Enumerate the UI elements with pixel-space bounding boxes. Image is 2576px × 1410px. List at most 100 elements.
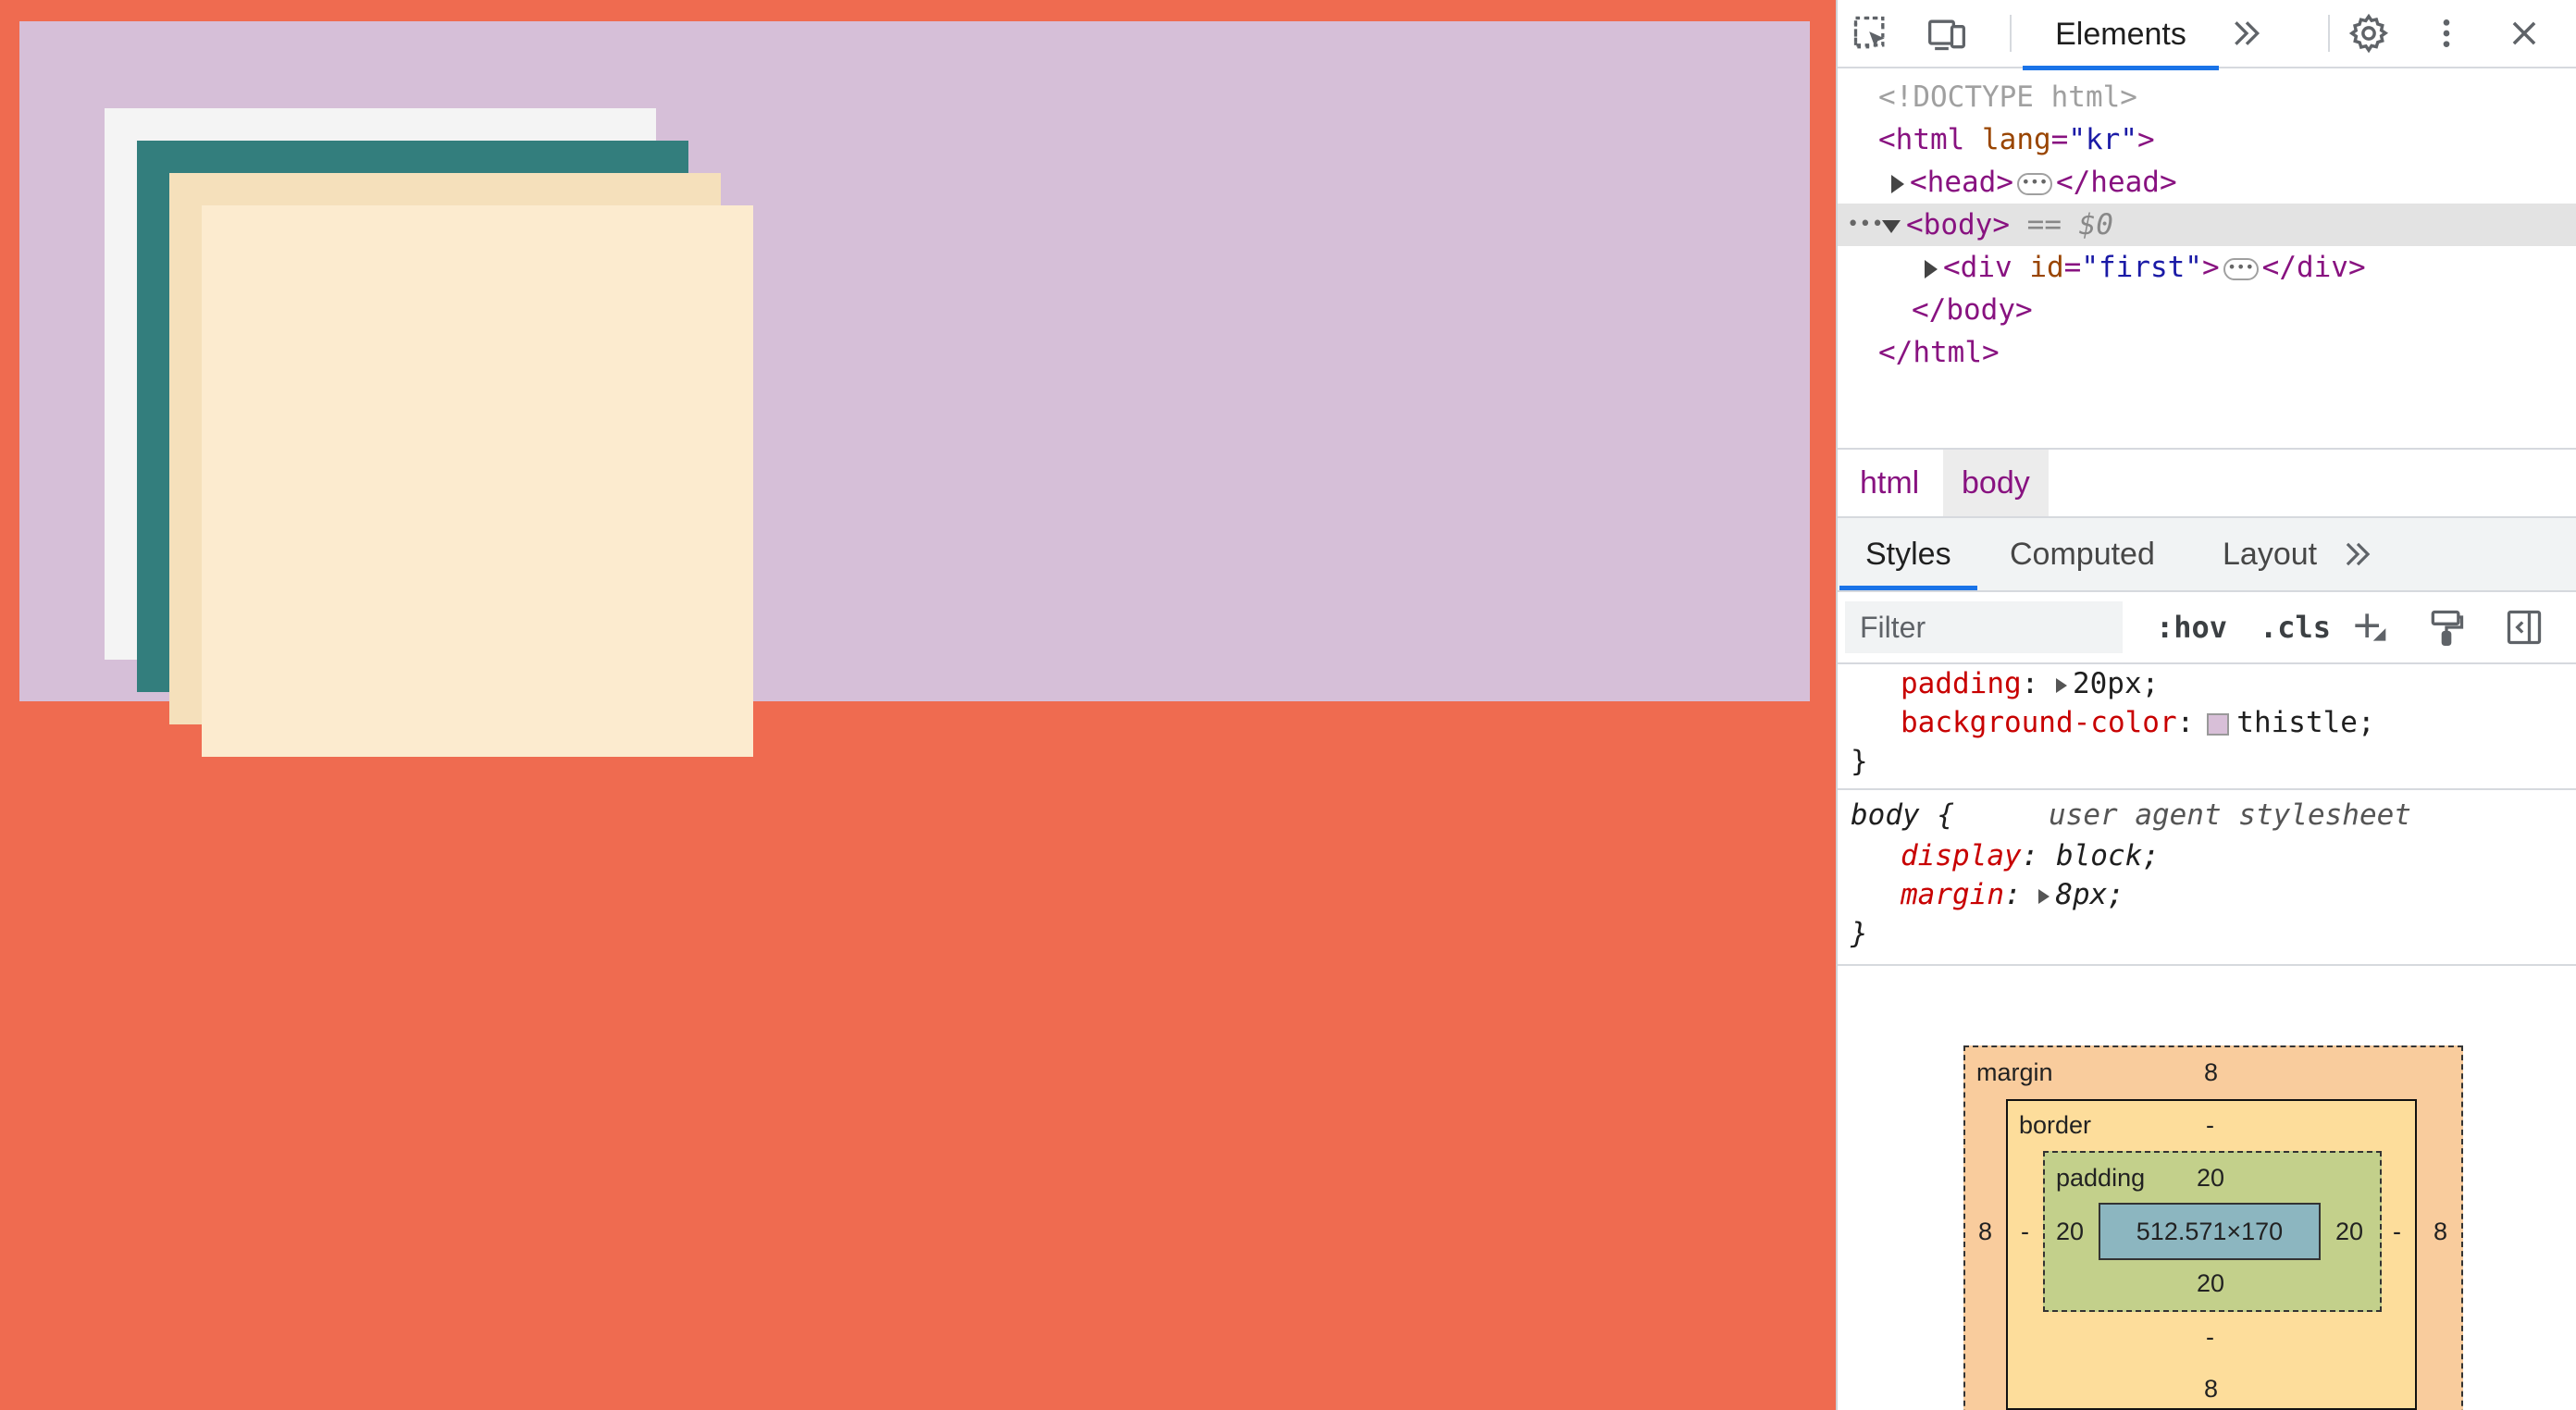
border-right-value[interactable]: - [2393,1218,2401,1246]
breadcrumb-html-label: html [1860,465,1920,501]
collapse-triangle-icon[interactable] [1882,219,1901,233]
stylesheet-source: user agent stylesheet [2049,798,2411,832]
content-size-label: 512.571×170 [2136,1217,2284,1245]
square-cream[interactable] [202,205,753,757]
margin-bottom-value[interactable]: 8 [2204,1375,2218,1404]
padding-top-value[interactable]: 20 [2197,1164,2224,1193]
dom-div-first-node[interactable]: <div id="first"> ••• </div> [1838,246,2576,289]
expand-triangle-icon[interactable] [1891,174,1904,193]
margin-right-value[interactable]: 8 [2434,1218,2447,1246]
html-tag: <html [1878,123,1965,156]
dom-body-close[interactable]: </body> [1838,289,2576,331]
paint-brush-icon[interactable] [2424,605,2469,649]
head-close-tag: </head> [2055,166,2177,199]
row-menu-icon[interactable]: ••• [1847,204,1884,246]
devtools-toolbar: Elements [1838,0,2576,70]
padding-bottom-value[interactable]: 20 [2197,1269,2224,1298]
html-close-tag: </html> [1878,336,2000,369]
toolbar-separator [2010,15,2012,52]
collapsed-ellipsis-icon[interactable]: ••• [2016,172,2052,195]
devtools-panel: Elements <!DOCTYPE html> <html lang="kr"… [1836,0,2576,1410]
css-selector-line[interactable]: body { user agent stylesheet [1838,796,2576,835]
page-viewport [0,0,1836,1410]
css-rule-body-ua: body { user agent stylesheet display: bl… [1838,664,2576,979]
css-brace: } [1851,917,1868,950]
div-tag-end: > [2201,251,2220,284]
css-rule-close: } [1838,914,2576,953]
div-tag: <div [1943,251,2012,284]
div-attr-value: "first" [2081,251,2202,284]
tab-computed-label: Computed [2010,537,2155,572]
dom-tree: <!DOCTYPE html> <html lang="kr"> <head> •… [1838,72,2576,442]
css-selector[interactable]: body { [1851,796,1954,835]
device-toolbar-icon[interactable] [1925,11,1969,56]
body-close-tag: </body> [1912,293,2033,327]
padding-label: padding [2056,1164,2146,1192]
breadcrumb-body[interactable]: body [1943,450,2049,516]
padding-right-value[interactable]: 20 [2335,1218,2363,1246]
border-top-value[interactable]: - [2206,1111,2214,1140]
css-property[interactable]: margin [1901,878,2004,911]
css-declaration-margin[interactable]: margin: 8px; [1838,875,2576,914]
tab-computed[interactable]: Computed [2010,518,2155,590]
margin-label: margin [1976,1058,2053,1086]
border-bottom-value[interactable]: - [2206,1323,2214,1352]
html-attr-value: "kr" [2068,123,2137,156]
tab-layout[interactable]: Layout [2223,518,2317,590]
border-left-value[interactable]: - [2021,1218,2029,1246]
chevron-double-right-icon[interactable] [2224,11,2269,56]
kebab-menu-icon[interactable] [2424,11,2469,56]
border-label: border [2019,1111,2092,1139]
collapsed-ellipsis-icon[interactable]: ••• [2223,257,2259,280]
margin-left-value[interactable]: 8 [1978,1218,1992,1246]
dom-html-close[interactable]: </html> [1838,331,2576,374]
rule-separator [1838,964,2576,966]
chevron-double-right-icon[interactable] [2335,532,2380,576]
doctype-text: <!DOCTYPE html> [1878,80,2137,114]
html-attr-name: lang [1982,123,2051,156]
div-close-tag: </div> [2261,251,2366,284]
styles-filter-input[interactable] [1845,601,2123,653]
html-tag-end: > [2136,123,2155,156]
toolbar-separator [2328,15,2330,52]
css-property[interactable]: display [1901,839,2022,872]
add-rule-icon[interactable] [2347,605,2391,649]
styles-filter-bar: :hov .cls [1838,592,2576,664]
dom-body-node[interactable]: ••• <body> == $0 [1838,204,2576,246]
margin-top-value[interactable]: 8 [2204,1058,2218,1087]
cls-toggle[interactable]: .cls [2260,601,2331,653]
styles-pane: padding: 20px; background-color: thistle;… [1838,664,2576,979]
head-open-tag: <head> [1910,166,2013,199]
hov-label: :hov [2156,610,2228,645]
tab-elements-label: Elements [2055,16,2186,52]
tab-layout-label: Layout [2223,537,2318,572]
css-value[interactable]: 8px; [2055,878,2124,911]
cls-label: .cls [2260,610,2332,645]
box-model-diagram: 512.571×170 margin 8 8 8 8 border - - - … [1838,971,2576,1410]
toggle-sidebar-icon[interactable] [2502,605,2546,649]
close-icon[interactable] [2502,11,2546,56]
tab-elements[interactable]: Elements [2023,0,2219,70]
styles-subtabs: Styles Computed Layout [1838,518,2576,592]
expand-triangle-icon[interactable] [2038,888,2050,904]
tab-styles-label: Styles [1865,537,1951,572]
expand-triangle-icon[interactable] [1925,259,1938,278]
gear-icon[interactable] [2347,11,2391,56]
breadcrumb: html body [1838,448,2576,518]
dom-doctype[interactable]: <!DOCTYPE html> [1838,76,2576,118]
inspect-element-icon[interactable] [1849,11,1893,56]
div-attr-name: id [2029,251,2064,284]
breadcrumb-body-label: body [1962,465,2030,501]
css-declaration-display[interactable]: display: block; [1838,836,2576,875]
css-value[interactable]: block; [2056,839,2160,872]
dom-html-node[interactable]: <html lang="kr"> [1838,118,2576,161]
hov-toggle[interactable]: :hov [2156,601,2227,653]
breadcrumb-html[interactable]: html [1841,450,1938,516]
body-open-tag: <body> [1906,208,2010,241]
tab-styles[interactable]: Styles [1839,518,1977,590]
selected-marker: == $0 [2026,208,2113,241]
dom-head-node[interactable]: <head> ••• </head> [1838,161,2576,204]
padding-left-value[interactable]: 20 [2056,1218,2084,1246]
div-first[interactable] [19,21,1810,757]
box-model-content[interactable]: 512.571×170 [2099,1203,2321,1260]
